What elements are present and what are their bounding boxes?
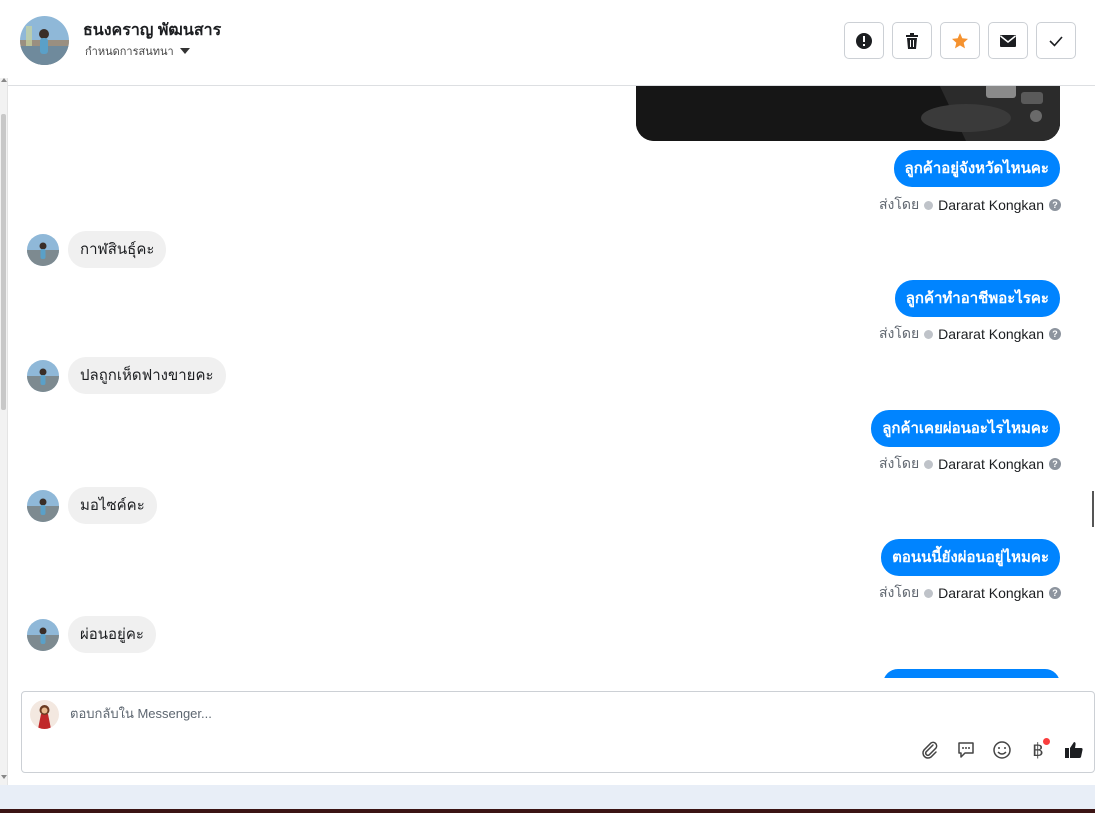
- verified-icon: [924, 329, 934, 339]
- outgoing-message[interactable]: ลูกค้าเคยผ่อนอะไรไหมคะ: [871, 410, 1060, 447]
- outgoing-message[interactable]: ตอนนนี้ยังผ่อนอยู่ไหมคะ: [881, 539, 1060, 576]
- star-icon: [952, 32, 968, 48]
- incoming-message[interactable]: ผ่อนอยู่คะ: [68, 616, 156, 653]
- conversation-settings-dropdown[interactable]: กำหนดการสนทนา: [85, 42, 190, 60]
- messenger-inbox-view: ธนงคราญ พัฒนสาร กำหนดการสนทนา ลูกค้าอยู่…: [0, 0, 1095, 813]
- sent-by-label: ส่งโดย: [878, 455, 920, 471]
- incoming-message-row: ปลถูกเห็ดฟางขายคะ: [27, 357, 226, 394]
- sent-by-label: ส่งโดย: [878, 325, 920, 341]
- reply-composer: ฿: [21, 691, 1095, 773]
- contact-avatar[interactable]: [20, 16, 69, 65]
- contact-name[interactable]: ธนงคราญ พัฒนสาร: [83, 18, 221, 43]
- incoming-message[interactable]: ปลถูกเห็ดฟางขายคะ: [68, 357, 226, 394]
- contact-avatar-small[interactable]: [27, 359, 59, 392]
- scroll-up-arrow-icon[interactable]: [1, 78, 7, 82]
- conversation-actions: [844, 22, 1076, 59]
- incoming-message[interactable]: มอไซค์คะ: [68, 487, 157, 524]
- sent-by-info: ส่งโดย Dararat Kongkan ?: [879, 323, 1061, 345]
- outgoing-message-partial[interactable]: [883, 669, 1060, 678]
- mark-spam-button[interactable]: [844, 22, 884, 59]
- message-thread[interactable]: ลูกค้าอยู่จังหวัดไหนคะ ส่งโดย Dararat Ko…: [8, 86, 1090, 678]
- sender-name[interactable]: Dararat Kongkan: [938, 197, 1044, 213]
- payment-button[interactable]: ฿: [1026, 738, 1050, 762]
- like-button[interactable]: [1062, 738, 1086, 762]
- incoming-message-row: มอไซค์คะ: [27, 487, 157, 524]
- composer-tools: ฿: [918, 738, 1086, 762]
- attached-photo[interactable]: [636, 86, 1060, 141]
- conversation-header: ธนงคราญ พัฒนสาร กำหนดการสนทนา: [8, 0, 1095, 86]
- reply-input[interactable]: [70, 706, 870, 721]
- scrollbar-thumb[interactable]: [1, 114, 6, 410]
- spam-icon: [856, 32, 872, 49]
- help-icon[interactable]: ?: [1049, 458, 1061, 470]
- sent-by-info: ส่งโดย Dararat Kongkan ?: [879, 453, 1061, 475]
- scrollbar-thumb[interactable]: [1092, 491, 1094, 527]
- sent-by-info: ส่งโดย Dararat Kongkan ?: [879, 582, 1061, 604]
- page-avatar: [30, 700, 59, 729]
- incoming-message-row: ผ่อนอยู่คะ: [27, 616, 156, 653]
- check-icon: [1049, 35, 1063, 47]
- outgoing-message[interactable]: ลูกค้าอยู่จังหวัดไหนคะ: [893, 150, 1060, 187]
- taskbar-strip: [0, 785, 1095, 809]
- help-icon[interactable]: ?: [1049, 587, 1061, 599]
- mark-done-button[interactable]: [1036, 22, 1076, 59]
- star-button[interactable]: [940, 22, 980, 59]
- mark-unread-button[interactable]: [988, 22, 1028, 59]
- attach-button[interactable]: [918, 738, 942, 762]
- conversation-settings-label: กำหนดการสนทนา: [85, 46, 174, 58]
- sent-by-label: ส่งโดย: [878, 196, 920, 212]
- sent-by-info: ส่งโดย Dararat Kongkan ?: [879, 194, 1061, 216]
- mail-icon: [1000, 34, 1016, 47]
- like-icon: [1065, 742, 1083, 758]
- contact-avatar-small[interactable]: [27, 618, 59, 651]
- help-icon[interactable]: ?: [1049, 328, 1061, 340]
- contact-avatar-small[interactable]: [27, 489, 59, 522]
- saved-replies-button[interactable]: [954, 738, 978, 762]
- saved-reply-icon: [958, 742, 974, 758]
- help-icon[interactable]: ?: [1049, 199, 1061, 211]
- verified-icon: [924, 200, 934, 210]
- scroll-down-arrow-icon[interactable]: [1, 775, 7, 779]
- sender-name[interactable]: Dararat Kongkan: [938, 326, 1044, 342]
- right-scrollbar[interactable]: [1090, 86, 1095, 786]
- attach-icon: [922, 741, 938, 759]
- sent-by-label: ส่งโดย: [878, 584, 920, 600]
- delete-button[interactable]: [892, 22, 932, 59]
- notification-dot: [1043, 738, 1050, 745]
- trash-icon: [906, 32, 918, 49]
- incoming-message-row: กาฬสินธุ์คะ: [27, 231, 167, 268]
- outgoing-message[interactable]: ลูกค้าทำอาชีพอะไรคะ: [894, 280, 1060, 317]
- emoji-button[interactable]: [990, 738, 1014, 762]
- window-bottom-edge: [0, 809, 1095, 813]
- verified-icon: [924, 588, 934, 598]
- sender-name[interactable]: Dararat Kongkan: [938, 456, 1044, 472]
- incoming-message[interactable]: กาฬสินธุ์คะ: [68, 231, 167, 268]
- left-scrollbar[interactable]: [0, 78, 8, 785]
- verified-icon: [924, 459, 934, 469]
- sender-name[interactable]: Dararat Kongkan: [938, 585, 1044, 601]
- caret-down-icon: [179, 48, 190, 54]
- contact-avatar-small[interactable]: [27, 233, 59, 266]
- payment-icon: ฿: [1032, 739, 1044, 761]
- emoji-icon: [993, 741, 1011, 759]
